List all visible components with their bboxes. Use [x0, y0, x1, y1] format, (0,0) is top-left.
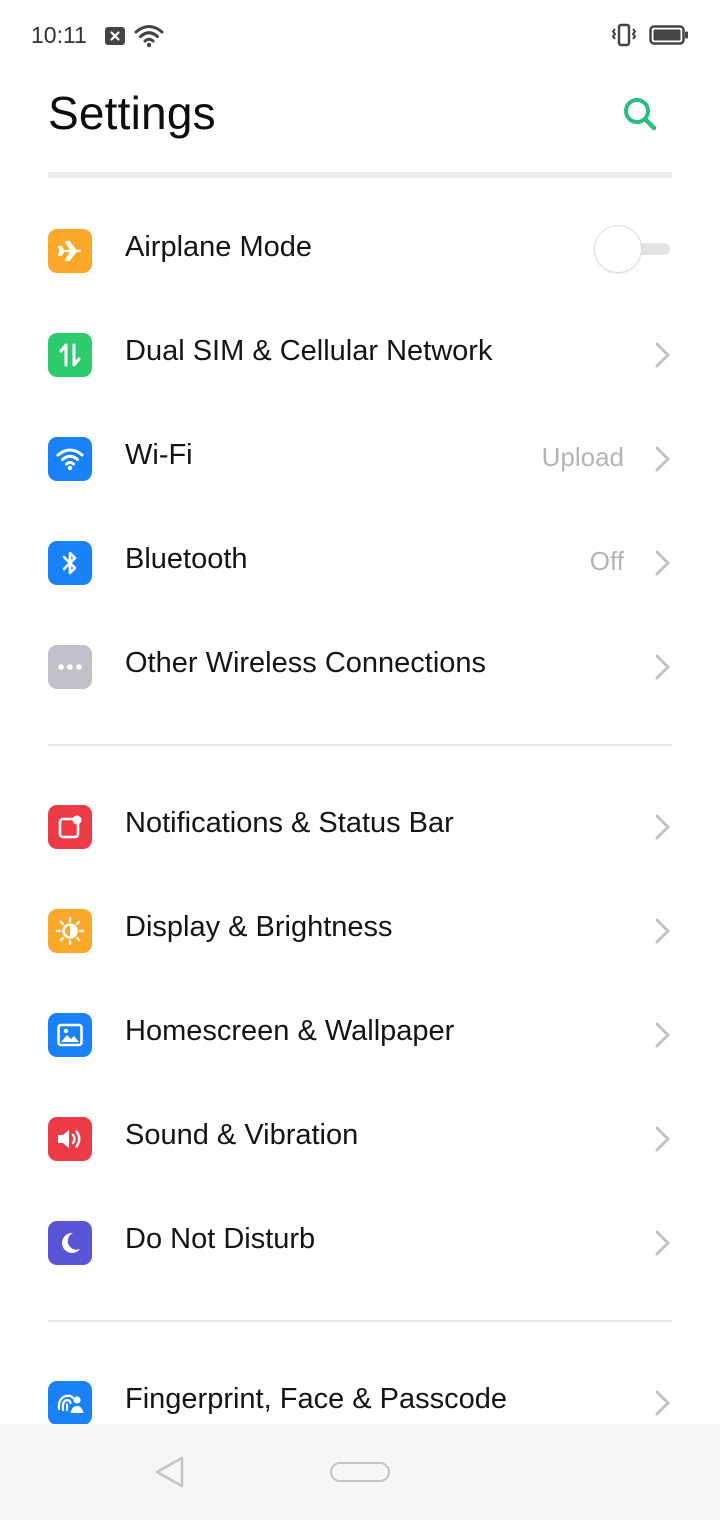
settings-row-label: Other Wireless Connections	[125, 647, 487, 679]
back-button[interactable]	[152, 1454, 188, 1490]
moon-icon	[48, 1221, 92, 1265]
wifi-status-value: Upload	[541, 442, 624, 472]
back-triangle-icon	[155, 1456, 184, 1488]
airplane-icon	[48, 229, 92, 273]
home-pill-icon[interactable]	[330, 1462, 390, 1482]
wifi-signal-icon	[134, 24, 164, 53]
settings-row-label: Do Not Disturb	[125, 1223, 316, 1255]
settings-row-wifi[interactable]: Wi-Fi Upload	[0, 407, 720, 511]
settings-row-label: Notifications & Status Bar	[125, 807, 454, 839]
header-divider	[48, 172, 672, 178]
settings-row-label: Sound & Vibration	[125, 1119, 359, 1151]
airplane-mode-toggle[interactable]	[594, 225, 674, 277]
page-title: Settings	[48, 87, 216, 139]
settings-row-sound[interactable]: Sound & Vibration	[0, 1087, 720, 1191]
settings-row-do-not-disturb[interactable]: Do Not Disturb	[0, 1191, 720, 1295]
wifi-icon	[48, 437, 92, 481]
vibrate-icon	[609, 22, 639, 53]
settings-row-label: Fingerprint, Face & Passcode	[125, 1383, 508, 1415]
settings-row-airplane-mode[interactable]: Airplane Mode	[0, 199, 720, 303]
bluetooth-icon	[48, 541, 92, 585]
search-button[interactable]	[620, 94, 660, 134]
navigation-bar	[0, 1424, 720, 1520]
chevron-right-icon	[655, 814, 670, 840]
settings-row-label: Wi-Fi	[125, 439, 193, 471]
section-divider	[48, 744, 672, 746]
more-dots-icon	[48, 645, 92, 689]
bluetooth-status-value: Off	[589, 546, 624, 576]
status-time: 10:11	[31, 22, 87, 48]
chevron-right-icon	[655, 550, 670, 576]
settings-row-other-wireless[interactable]: Other Wireless Connections	[0, 615, 720, 719]
notification-x-icon	[104, 26, 126, 51]
settings-row-label: Bluetooth	[125, 543, 248, 575]
notification-badge-icon	[48, 805, 92, 849]
settings-row-label: Airplane Mode	[125, 231, 312, 263]
settings-row-bluetooth[interactable]: Bluetooth Off	[0, 511, 720, 615]
chevron-right-icon	[655, 918, 670, 944]
settings-row-notifications[interactable]: Notifications & Status Bar	[0, 775, 720, 879]
status-bar: 10:11	[0, 0, 720, 72]
wallpaper-icon	[48, 1013, 92, 1057]
chevron-right-icon	[655, 654, 670, 680]
settings-row-display[interactable]: Display & Brightness	[0, 879, 720, 983]
chevron-right-icon	[655, 342, 670, 368]
chevron-right-icon	[655, 446, 670, 472]
settings-row-homescreen[interactable]: Homescreen & Wallpaper	[0, 983, 720, 1087]
brightness-icon	[48, 909, 92, 953]
settings-row-label: Display & Brightness	[125, 911, 393, 943]
chevron-right-icon	[655, 1022, 670, 1048]
settings-row-label: Homescreen & Wallpaper	[125, 1015, 455, 1047]
chevron-right-icon	[655, 1126, 670, 1152]
battery-icon	[649, 24, 689, 51]
search-icon	[624, 98, 657, 131]
section-divider	[48, 1320, 672, 1322]
fingerprint-icon	[48, 1381, 92, 1425]
settings-row-label: Dual SIM & Cellular Network	[125, 335, 493, 367]
chevron-right-icon	[655, 1230, 670, 1256]
settings-row-dual-sim[interactable]: Dual SIM & Cellular Network	[0, 303, 720, 407]
chevron-right-icon	[655, 1390, 670, 1416]
cellular-data-icon	[48, 333, 92, 377]
speaker-icon	[48, 1117, 92, 1161]
toggle-knob	[594, 225, 642, 273]
